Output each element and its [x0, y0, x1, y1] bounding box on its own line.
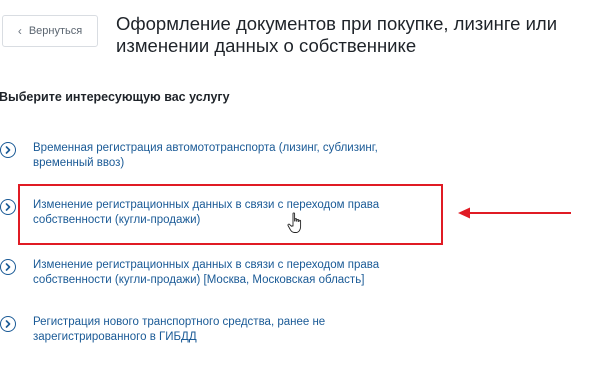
chevron-left-icon: ‹ [17, 24, 22, 38]
back-button[interactable]: ‹ Вернуться [2, 15, 98, 47]
service-label: Временная регистрация автомототранспорта… [33, 142, 378, 169]
circle-chevron-right-icon [0, 142, 16, 158]
page-title: Оформление документов при покупке, лизин… [116, 13, 558, 56]
highlight-box [18, 184, 443, 245]
hand-pointer-icon [287, 212, 302, 233]
circle-chevron-right-icon [0, 316, 16, 332]
service-label: Регистрация нового транспортного средств… [33, 316, 326, 343]
circle-chevron-right-icon [0, 259, 16, 275]
back-button-label: Вернуться [28, 25, 83, 37]
section-heading: Выберите интересующую вас услугу [0, 90, 230, 104]
red-arrow-left-icon [458, 207, 571, 219]
circle-chevron-right-icon [0, 199, 16, 215]
service-label: Изменение регистрационных данных в связи… [33, 259, 380, 286]
